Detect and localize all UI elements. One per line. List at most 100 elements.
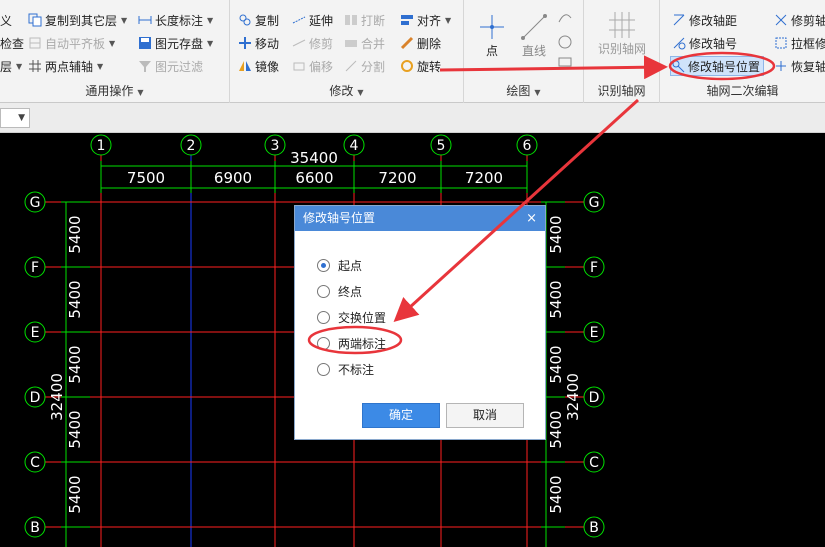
dimension-spacing-top: 7500 bbox=[127, 169, 165, 187]
restore-axis-button[interactable]: 恢复轴 bbox=[774, 56, 825, 76]
dimension-spacing-side: 5400 bbox=[66, 280, 84, 318]
split-button[interactable]: 分割 bbox=[344, 56, 385, 76]
two-point-aux-axis-button[interactable]: 两点辅轴 ▼ bbox=[28, 56, 103, 76]
axis-number-position-icon bbox=[672, 60, 685, 73]
ribbon-item-partial-3[interactable]: 层 ▼ bbox=[0, 56, 22, 76]
filter-icon bbox=[139, 61, 151, 72]
layer-select[interactable]: ▼ bbox=[0, 108, 30, 128]
extend-button[interactable]: 延伸 bbox=[292, 10, 333, 30]
radio-end[interactable] bbox=[317, 285, 330, 298]
element-filter-button[interactable]: 图元过滤 bbox=[138, 56, 203, 76]
dimension-spacing-top: 6900 bbox=[214, 169, 252, 187]
axis-label-column: 3 bbox=[271, 138, 280, 154]
chevron-down-icon: ▼ bbox=[18, 113, 25, 123]
align-icon bbox=[401, 15, 413, 25]
trim-label: 修剪 bbox=[309, 36, 334, 51]
move-button[interactable]: 移动 bbox=[238, 33, 279, 53]
extend-icon bbox=[292, 16, 306, 24]
option-swap[interactable]: 交换位置 bbox=[317, 309, 386, 326]
option-start[interactable]: 起点 bbox=[317, 257, 362, 274]
dimension-spacing-side: 5400 bbox=[66, 345, 84, 383]
modify-axis-distance-label: 修改轴距 bbox=[689, 13, 738, 28]
align-button[interactable]: 对齐 ▼ bbox=[400, 10, 451, 30]
dimension-total-side: 32400 bbox=[564, 373, 582, 421]
copy-button[interactable]: 复制 bbox=[238, 10, 279, 30]
mirror-icon bbox=[239, 61, 251, 71]
align-label: 对齐 bbox=[417, 13, 442, 28]
copy-layer-icon bbox=[28, 13, 42, 27]
move-icon bbox=[239, 37, 251, 49]
ribbon-group-common: 义 检查 层 ▼ 复制到其它层 ▼ 自动平齐板 ▼ 两点辅轴 ▼ 长度标注 ▼ 图元存盘 ▼… bbox=[0, 0, 230, 103]
axis-label-column: 5 bbox=[437, 138, 446, 154]
partial-label: 层 bbox=[0, 59, 13, 74]
draw-line-button[interactable]: 直线 bbox=[516, 12, 552, 59]
modify-axis-distance-button[interactable]: 修改轴距 bbox=[672, 10, 737, 30]
axis-distance-icon bbox=[673, 14, 685, 26]
arc-icon[interactable] bbox=[556, 8, 574, 68]
radio-start[interactable] bbox=[317, 259, 330, 272]
chevron-down-icon: ▼ bbox=[137, 88, 144, 97]
option-none[interactable]: 不标注 bbox=[317, 361, 374, 378]
option-end[interactable]: 终点 bbox=[317, 283, 362, 300]
axis-label-row: F bbox=[31, 260, 39, 276]
line-icon bbox=[521, 14, 547, 40]
dimension-spacing-side: 5400 bbox=[547, 280, 565, 318]
rotate-icon bbox=[401, 60, 413, 72]
close-icon[interactable]: × bbox=[526, 206, 537, 231]
chevron-down-icon: ▼ bbox=[109, 38, 116, 48]
box-trim-button[interactable]: 拉框修 bbox=[774, 33, 825, 53]
option-both-ends[interactable]: 两端标注 bbox=[317, 335, 386, 352]
length-dimension-button[interactable]: 长度标注 ▼ bbox=[138, 10, 213, 30]
rotate-button[interactable]: 旋转 bbox=[400, 56, 441, 76]
trim-axis-label: 修剪轴 bbox=[791, 13, 825, 28]
partial-label: 义 bbox=[0, 13, 13, 28]
modify-axis-number-button[interactable]: 修改轴号 bbox=[672, 33, 737, 53]
trim-button[interactable]: 修剪 bbox=[292, 33, 333, 53]
merge-button[interactable]: 合并 bbox=[344, 33, 385, 53]
scissors-icon bbox=[775, 14, 787, 26]
modify-axis-number-position-button[interactable]: 修改轴号位置 bbox=[670, 56, 765, 76]
chevron-down-icon: ▼ bbox=[16, 61, 23, 71]
modify-axis-number-position-label: 修改轴号位置 bbox=[688, 59, 761, 74]
auto-flush-slab-button[interactable]: 自动平齐板 ▼ bbox=[28, 33, 115, 53]
dimension-spacing-top: 7200 bbox=[378, 169, 416, 187]
axis-label-row: B bbox=[30, 520, 40, 536]
merge-label: 合并 bbox=[361, 36, 386, 51]
axis-number-icon bbox=[673, 37, 686, 50]
delete-button[interactable]: 删除 bbox=[400, 33, 441, 53]
offset-label: 偏移 bbox=[309, 59, 334, 74]
copy-to-layer-button[interactable]: 复制到其它层 ▼ bbox=[28, 10, 127, 30]
partial-label: 检查 bbox=[0, 36, 25, 51]
copy-label: 复制 bbox=[255, 13, 280, 28]
break-button[interactable]: 打断 bbox=[344, 10, 385, 30]
ribbon: 义 检查 层 ▼ 复制到其它层 ▼ 自动平齐板 ▼ 两点辅轴 ▼ 长度标注 ▼ 图元存盘 ▼… bbox=[0, 0, 825, 103]
axis-label-row: E bbox=[31, 325, 40, 341]
dimension-spacing-top: 7200 bbox=[465, 169, 503, 187]
radio-both-ends[interactable] bbox=[317, 337, 330, 350]
draw-line-label: 直线 bbox=[521, 44, 546, 58]
delete-label: 删除 bbox=[417, 36, 442, 51]
identify-axis-button[interactable]: 识别轴网 bbox=[590, 10, 654, 57]
mirror-button[interactable]: 镜像 bbox=[238, 56, 279, 76]
axis-label-row: F bbox=[590, 260, 598, 276]
axis-label-column: 1 bbox=[97, 138, 106, 154]
break-label: 打断 bbox=[361, 13, 386, 28]
chevron-down-icon: ▼ bbox=[534, 88, 541, 97]
dimension-spacing-side: 5400 bbox=[547, 215, 565, 253]
chevron-down-icon: ▼ bbox=[207, 15, 214, 25]
identify-axis-label: 识别轴网 bbox=[597, 42, 646, 56]
element-save-button[interactable]: 图元存盘 ▼ bbox=[138, 33, 213, 53]
draw-point-button[interactable]: 点 bbox=[474, 12, 510, 59]
trim-axis-button[interactable]: 修剪轴 bbox=[774, 10, 825, 30]
radio-none[interactable] bbox=[317, 363, 330, 376]
chevron-down-icon: ▼ bbox=[97, 61, 104, 71]
axis-label-column: 4 bbox=[350, 138, 359, 154]
offset-button[interactable]: 偏移 bbox=[292, 56, 333, 76]
break-icon bbox=[345, 15, 357, 25]
ribbon-item-partial-1[interactable]: 义 bbox=[0, 10, 12, 30]
dimension-spacing-side: 5400 bbox=[66, 215, 84, 253]
ok-button[interactable]: 确定 bbox=[362, 403, 440, 428]
radio-swap[interactable] bbox=[317, 311, 330, 324]
ribbon-item-partial-2[interactable]: 检查 bbox=[0, 33, 24, 53]
cancel-button[interactable]: 取消 bbox=[446, 403, 524, 428]
